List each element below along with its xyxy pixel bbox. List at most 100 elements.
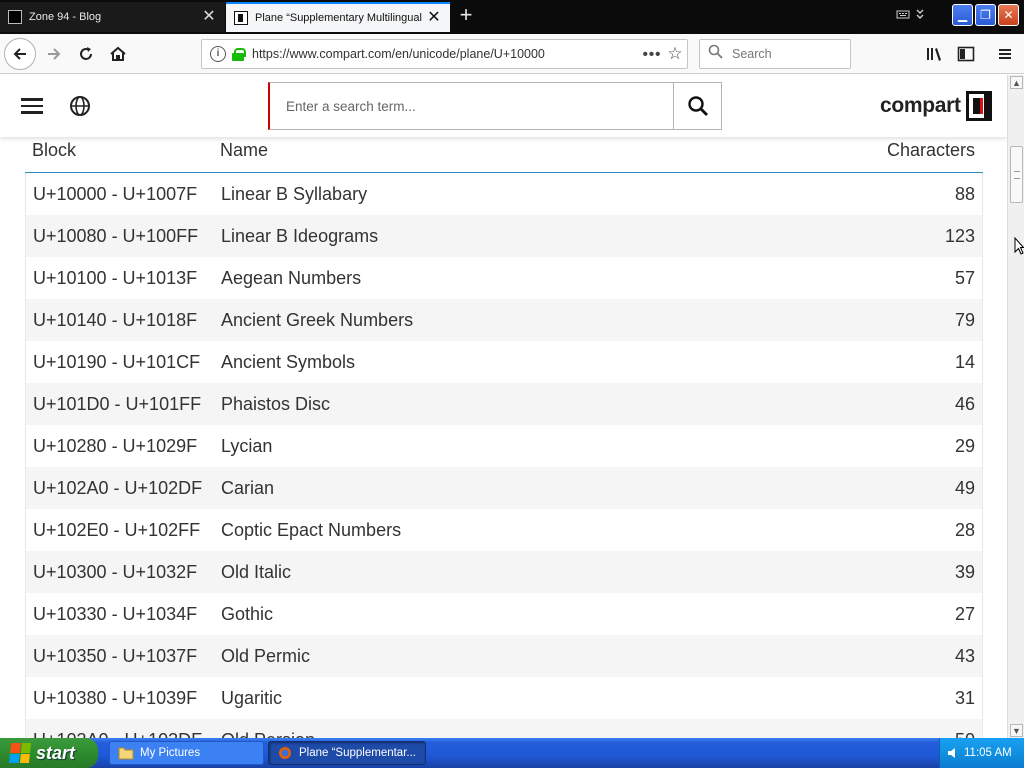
site-search-button[interactable] bbox=[673, 82, 722, 130]
column-header-name[interactable]: Name bbox=[220, 140, 268, 161]
compart-logo[interactable]: compart bbox=[880, 90, 992, 122]
windows-logo-icon bbox=[8, 743, 32, 763]
restore-button[interactable]: ❐ bbox=[975, 4, 996, 26]
task-label: My Pictures bbox=[140, 747, 201, 759]
lock-icon[interactable] bbox=[232, 47, 246, 61]
cell-block: U+10350 - U+1037F bbox=[33, 646, 198, 666]
cell-name[interactable]: Linear B Ideograms bbox=[221, 226, 378, 247]
search-placeholder: Search bbox=[732, 47, 772, 61]
cell-name[interactable]: Old Persian bbox=[221, 730, 315, 738]
globe-icon[interactable] bbox=[69, 95, 91, 117]
sidebar-button[interactable] bbox=[951, 38, 981, 70]
cell-name[interactable]: Carian bbox=[221, 478, 274, 499]
close-window-button[interactable]: ✕ bbox=[998, 4, 1019, 26]
cell-characters: 79 bbox=[954, 310, 975, 330]
page-actions-icon[interactable]: ••• bbox=[641, 46, 663, 63]
bookmark-star-icon[interactable]: ☆ bbox=[663, 44, 687, 64]
cell-block: U+10300 - U+1032F bbox=[33, 562, 198, 582]
forward-button[interactable] bbox=[38, 38, 70, 70]
cell-name[interactable]: Ugaritic bbox=[221, 688, 282, 709]
close-tab-icon[interactable]: ✕ bbox=[201, 9, 217, 25]
site-search-placeholder: Enter a search term... bbox=[286, 98, 416, 114]
volume-icon[interactable] bbox=[946, 746, 960, 760]
vertical-scrollbar[interactable]: ▲ ▼ bbox=[1007, 75, 1024, 738]
compart-favicon-icon bbox=[234, 11, 248, 25]
cell-characters: 43 bbox=[954, 646, 975, 666]
cell-name[interactable]: Linear B Syllabary bbox=[221, 184, 367, 205]
start-label: start bbox=[36, 742, 76, 763]
tab-zone94-blog[interactable]: Zone 94 - Blog ✕ bbox=[0, 2, 225, 32]
cell-block: U+10280 - U+1029F bbox=[33, 436, 198, 456]
minimize-button[interactable]: ▁ bbox=[952, 4, 973, 26]
table-row[interactable]: U+10330 - U+1034F Gothic 27 bbox=[25, 593, 983, 635]
taskbar-item-my-pictures[interactable]: My Pictures bbox=[109, 741, 264, 765]
cell-block: U+10100 - U+1013F bbox=[33, 268, 198, 288]
new-tab-button[interactable]: + bbox=[455, 4, 477, 27]
table-row[interactable]: U+10280 - U+1029F Lycian 29 bbox=[25, 425, 983, 467]
cell-name[interactable]: Lycian bbox=[221, 436, 272, 457]
table-row[interactable]: U+102E0 - U+102FF Coptic Epact Numbers 28 bbox=[25, 509, 983, 551]
chevron-down-icon[interactable] bbox=[913, 7, 927, 21]
cell-name[interactable]: Coptic Epact Numbers bbox=[221, 520, 401, 541]
cell-block: U+10080 - U+100FF bbox=[33, 226, 199, 246]
cell-name[interactable]: Aegean Numbers bbox=[221, 268, 361, 289]
table-row[interactable]: U+10000 - U+1007F Linear B Syllabary 88 bbox=[25, 173, 983, 215]
close-tab-icon[interactable]: ✕ bbox=[426, 10, 442, 26]
cell-name[interactable]: Ancient Symbols bbox=[221, 352, 355, 373]
cell-name[interactable]: Old Permic bbox=[221, 646, 310, 667]
table-row[interactable]: U+101D0 - U+101FF Phaistos Disc 46 bbox=[25, 383, 983, 425]
search-icon bbox=[687, 96, 708, 116]
scroll-down-icon[interactable]: ▼ bbox=[1010, 724, 1023, 737]
home-icon bbox=[110, 46, 126, 61]
browser-search-box[interactable]: Search bbox=[699, 39, 851, 69]
table-row[interactable]: U+10100 - U+1013F Aegean Numbers 57 bbox=[25, 257, 983, 299]
cell-characters: 29 bbox=[954, 436, 975, 456]
cell-block: U+10330 - U+1034F bbox=[33, 604, 198, 624]
url-text[interactable]: https://www.compart.com/en/unicode/plane… bbox=[252, 47, 641, 61]
address-bar[interactable]: i https://www.compart.com/en/unicode/pla… bbox=[201, 39, 688, 69]
table-row[interactable]: U+10140 - U+1018F Ancient Greek Numbers 79 bbox=[25, 299, 983, 341]
cell-block: U+103A0 - U+103DF bbox=[33, 730, 202, 738]
cell-name[interactable]: Phaistos Disc bbox=[221, 394, 330, 415]
table-row[interactable]: U+102A0 - U+102DF Carian 49 bbox=[25, 467, 983, 509]
window-controls: ▁ ❐ ✕ bbox=[952, 4, 1019, 26]
scrollbar-thumb[interactable] bbox=[1010, 146, 1023, 203]
site-menu-icon[interactable] bbox=[21, 98, 43, 114]
table-row[interactable]: U+10190 - U+101CF Ancient Symbols 14 bbox=[25, 341, 983, 383]
cell-characters: 27 bbox=[954, 604, 975, 624]
cell-block: U+10000 - U+1007F bbox=[33, 184, 198, 204]
table-row[interactable]: U+103A0 - U+103DF Old Persian 50 bbox=[25, 719, 983, 738]
reload-button[interactable] bbox=[70, 38, 102, 70]
column-header-block[interactable]: Block bbox=[32, 140, 76, 161]
cell-name[interactable]: Gothic bbox=[221, 604, 273, 625]
table-row[interactable]: U+10300 - U+1032F Old Italic 39 bbox=[25, 551, 983, 593]
hamburger-menu-icon bbox=[999, 49, 1011, 59]
unicode-blocks-table: Block Name Characters U+10000 - U+1007F L… bbox=[25, 137, 983, 738]
reload-icon bbox=[80, 47, 92, 60]
site-search-input[interactable]: Enter a search term... bbox=[268, 82, 674, 130]
cell-block: U+101D0 - U+101FF bbox=[33, 394, 202, 414]
table-row[interactable]: U+10350 - U+1037F Old Permic 43 bbox=[25, 635, 983, 677]
table-row[interactable]: U+10380 - U+1039F Ugaritic 31 bbox=[25, 677, 983, 719]
cell-name[interactable]: Ancient Greek Numbers bbox=[221, 310, 413, 331]
column-header-characters[interactable]: Characters bbox=[887, 140, 975, 161]
start-button[interactable]: start bbox=[0, 738, 98, 768]
cell-characters: 88 bbox=[954, 184, 975, 204]
table-row[interactable]: U+10080 - U+100FF Linear B Ideograms 123 bbox=[25, 215, 983, 257]
cell-characters: 31 bbox=[954, 688, 975, 708]
menu-button[interactable] bbox=[990, 38, 1020, 70]
cell-block: U+10140 - U+1018F bbox=[33, 310, 198, 330]
home-button[interactable] bbox=[102, 38, 134, 70]
library-button[interactable] bbox=[919, 38, 949, 70]
cell-block: U+10380 - U+1039F bbox=[33, 688, 198, 708]
scroll-up-icon[interactable]: ▲ bbox=[1010, 76, 1023, 89]
cell-name[interactable]: Old Italic bbox=[221, 562, 291, 583]
library-icon bbox=[927, 48, 941, 61]
info-icon[interactable]: i bbox=[210, 46, 226, 62]
back-button[interactable] bbox=[4, 38, 36, 70]
tab-compart-plane[interactable]: Plane “Supplementary Multilingual ✕ bbox=[226, 2, 450, 32]
taskbar-item-browser[interactable]: Plane “Supplementar... bbox=[268, 741, 426, 765]
taskbar-clock[interactable]: 11:05 AM bbox=[964, 747, 1012, 759]
logo-text: compart bbox=[880, 94, 961, 117]
cell-block: U+102E0 - U+102FF bbox=[33, 520, 201, 540]
